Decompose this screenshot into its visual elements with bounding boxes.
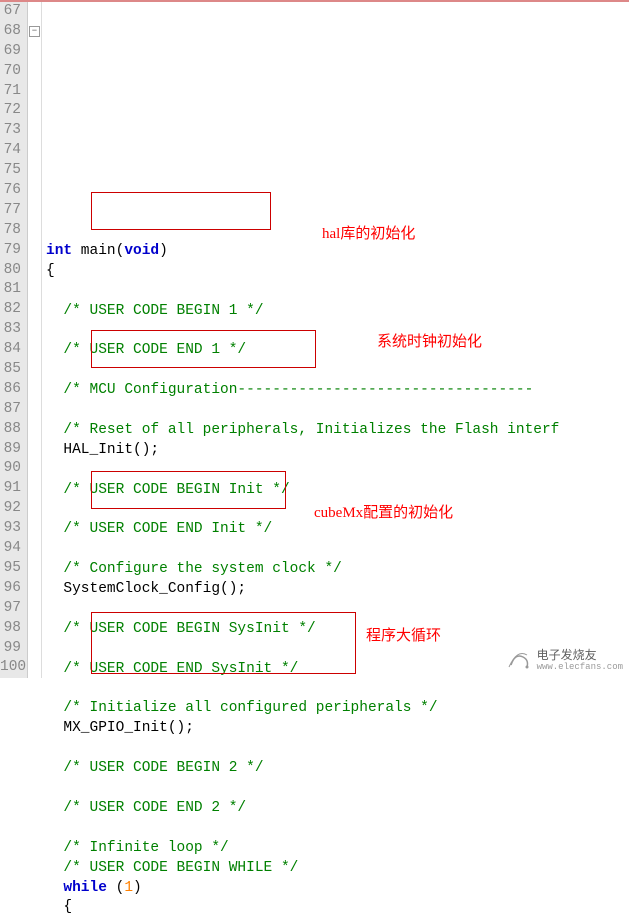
line-number: 85: [0, 360, 21, 380]
code-line[interactable]: /* MCU Configuration--------------------…: [46, 381, 629, 401]
code-line[interactable]: while (1): [46, 879, 629, 899]
line-number: 99: [0, 639, 21, 659]
code-line[interactable]: [46, 680, 629, 700]
line-number: 68: [0, 22, 21, 42]
fold-toggle-icon[interactable]: −: [29, 26, 40, 37]
code-line[interactable]: /* USER CODE END 2 */: [46, 799, 629, 819]
annotation-label-hal-init: hal库的初始化: [322, 222, 415, 243]
line-number: 76: [0, 181, 21, 201]
line-number: 100: [0, 658, 21, 678]
code-line[interactable]: /* Initialize all configured peripherals…: [46, 699, 629, 719]
line-number: 89: [0, 440, 21, 460]
line-number: 77: [0, 201, 21, 221]
line-number: 71: [0, 82, 21, 102]
line-number: 80: [0, 261, 21, 281]
line-number: 87: [0, 400, 21, 420]
line-number: 83: [0, 320, 21, 340]
line-number: 88: [0, 420, 21, 440]
line-number: 70: [0, 62, 21, 82]
code-line[interactable]: [46, 322, 629, 342]
line-number: 96: [0, 579, 21, 599]
annotation-box-hal-init: [91, 192, 271, 230]
line-number: 86: [0, 380, 21, 400]
code-line[interactable]: [46, 282, 629, 302]
code-line[interactable]: [46, 739, 629, 759]
line-number: 93: [0, 519, 21, 539]
code-line[interactable]: /* USER CODE BEGIN 1 */: [46, 302, 629, 322]
code-line[interactable]: /* USER CODE END 1 */: [46, 341, 629, 361]
line-number: 95: [0, 559, 21, 579]
watermark: 电子发烧友 www.elecfans.com: [507, 647, 623, 674]
line-number: 74: [0, 141, 21, 161]
line-number: 73: [0, 121, 21, 141]
code-line[interactable]: [46, 540, 629, 560]
code-line[interactable]: [46, 600, 629, 620]
code-line[interactable]: [46, 461, 629, 481]
code-line[interactable]: /* USER CODE BEGIN SysInit */: [46, 620, 629, 640]
code-line[interactable]: SystemClock_Config();: [46, 580, 629, 600]
code-line[interactable]: [46, 501, 629, 521]
line-number: 78: [0, 221, 21, 241]
line-number: 91: [0, 479, 21, 499]
line-number: 79: [0, 241, 21, 261]
code-line[interactable]: HAL_Init();: [46, 441, 629, 461]
line-number: 82: [0, 300, 21, 320]
watermark-title: 电子发烧友: [537, 649, 623, 662]
code-line[interactable]: /* Reset of all peripherals, Initializes…: [46, 421, 629, 441]
line-number-gutter: 6768697071727374757677787980818283848586…: [0, 2, 28, 678]
code-line[interactable]: /* USER CODE BEGIN WHILE */: [46, 859, 629, 879]
code-line[interactable]: {: [46, 898, 629, 918]
line-number: 75: [0, 161, 21, 181]
line-number: 69: [0, 42, 21, 62]
line-number: 94: [0, 539, 21, 559]
code-line[interactable]: /* Infinite loop */: [46, 839, 629, 859]
code-line[interactable]: [46, 779, 629, 799]
line-number: 92: [0, 499, 21, 519]
code-line[interactable]: [46, 361, 629, 381]
code-area[interactable]: hal库的初始化 系统时钟初始化 cubeMx配置的初始化 程序大循环 int …: [42, 2, 629, 678]
code-line[interactable]: MX_GPIO_Init();: [46, 719, 629, 739]
code-line[interactable]: /* USER CODE END Init */: [46, 520, 629, 540]
line-number: 97: [0, 599, 21, 619]
line-number: 72: [0, 101, 21, 121]
watermark-url: www.elecfans.com: [537, 662, 623, 672]
line-number: 67: [0, 2, 21, 22]
fold-margin[interactable]: −: [28, 2, 42, 678]
line-number: 90: [0, 459, 21, 479]
watermark-logo-icon: [507, 647, 533, 674]
code-line[interactable]: [46, 401, 629, 421]
code-line[interactable]: /* USER CODE BEGIN 2 */: [46, 759, 629, 779]
line-number: 81: [0, 280, 21, 300]
line-number: 98: [0, 619, 21, 639]
line-number: 84: [0, 340, 21, 360]
code-editor[interactable]: 6768697071727374757677787980818283848586…: [0, 2, 629, 678]
code-line[interactable]: {: [46, 262, 629, 282]
code-line[interactable]: /* USER CODE BEGIN Init */: [46, 481, 629, 501]
code-line[interactable]: [46, 819, 629, 839]
code-line[interactable]: /* Configure the system clock */: [46, 560, 629, 580]
code-line[interactable]: int main(void): [46, 242, 629, 262]
